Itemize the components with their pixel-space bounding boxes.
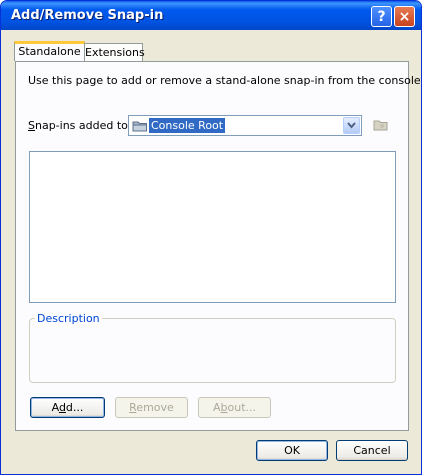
about-label-access-key: b <box>220 401 228 414</box>
help-button[interactable]: ? <box>371 6 392 27</box>
window-title: Add/Remove Snap-in <box>11 8 164 23</box>
title-bar[interactable]: Add/Remove Snap-in ? × <box>1 1 421 30</box>
tab-extensions[interactable]: Extensions <box>84 43 145 61</box>
snapins-label-text: nap-ins added to: <box>34 119 132 132</box>
snapins-added-to-combobox[interactable]: Console Root <box>128 115 362 136</box>
snapins-added-to-label: Snap-ins added to: <box>28 119 132 132</box>
description-legend: Description <box>35 312 102 325</box>
add-label-start: A <box>51 401 59 414</box>
chevron-down-icon <box>347 122 356 129</box>
cancel-button[interactable]: Cancel <box>336 440 408 461</box>
close-button[interactable]: × <box>394 6 415 27</box>
remove-label-end: emove <box>136 401 174 414</box>
add-button[interactable]: Add... <box>30 397 105 418</box>
add-label-access-key: d <box>58 401 66 414</box>
ok-button[interactable]: OK <box>256 440 328 461</box>
selected-snapin-target: Console Root <box>149 118 226 133</box>
folder-icon <box>132 121 147 132</box>
remove-button[interactable]: Remove <box>115 397 188 418</box>
snapins-label-access-key: S <box>28 119 35 132</box>
instructions-text: Use this page to add or remove a stand-a… <box>28 74 422 87</box>
add-label-end: d... <box>65 401 84 414</box>
add-remove-snapin-dialog: Add/Remove Snap-in ? × Standalone Extens… <box>0 0 422 475</box>
dropdown-button[interactable] <box>343 117 360 134</box>
about-label-start: A <box>212 401 221 414</box>
about-label-end: out... <box>227 401 257 414</box>
description-group <box>29 318 396 383</box>
tab-standalone[interactable]: Standalone <box>14 41 85 61</box>
browse-folder-icon[interactable] <box>373 118 389 132</box>
snapin-list[interactable] <box>29 151 396 303</box>
about-button[interactable]: About... <box>198 397 271 418</box>
